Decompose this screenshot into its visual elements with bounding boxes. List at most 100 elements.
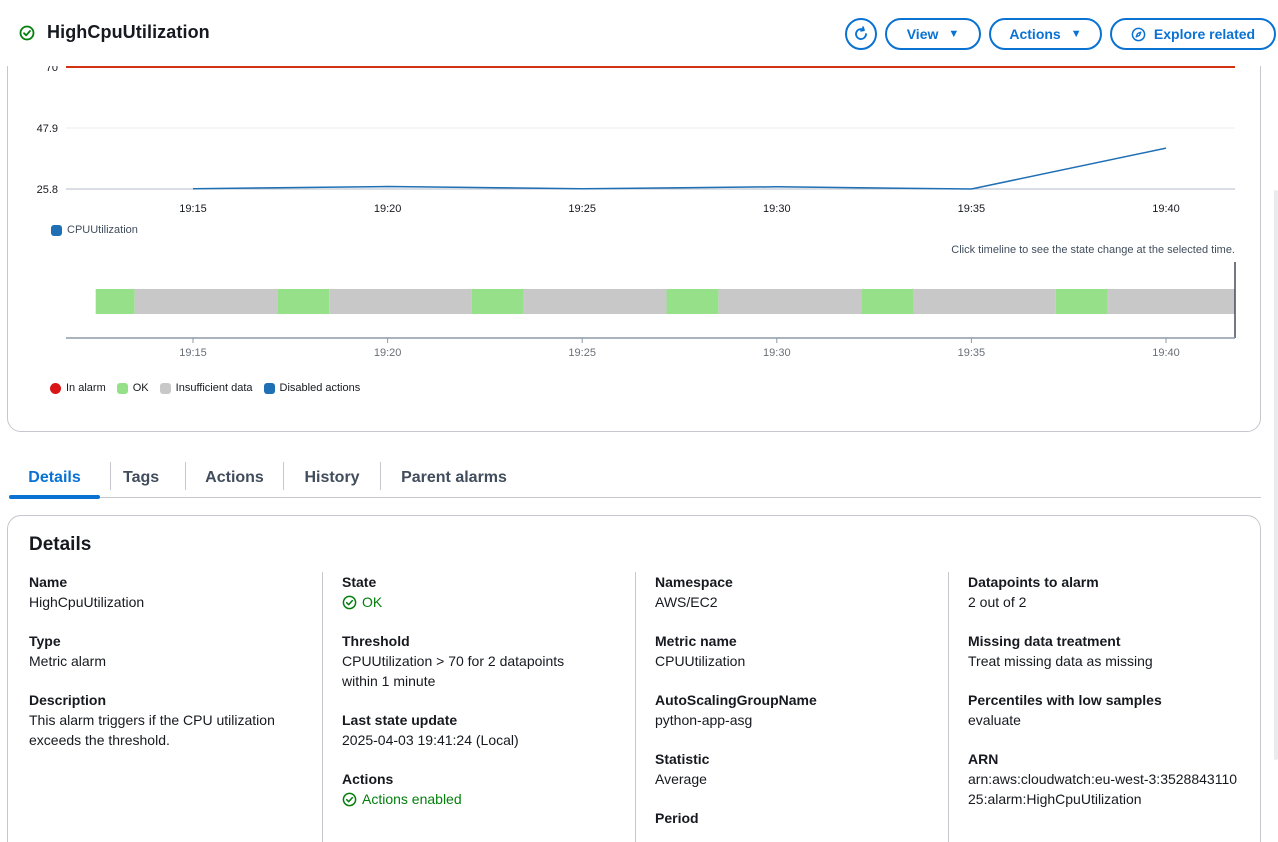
field-value: HighCpuUtilization [29, 594, 145, 610]
timeline-segment-insufficient [1107, 289, 1235, 314]
timeline-segment-ok [471, 289, 524, 314]
timeline-tick-label: 19:15 [179, 347, 207, 359]
timeline-segment-insufficient [913, 289, 1056, 314]
timeline-tick-label: 19:25 [568, 347, 596, 359]
legend-disabled: Disabled actions [263, 382, 361, 394]
legend-in-alarm-label: In alarm [66, 382, 106, 394]
field-value: Average [655, 771, 707, 787]
details-column-3: Namespace AWS/EC2 Metric name CPUUtiliza… [655, 572, 945, 842]
field-label: Name [29, 574, 68, 590]
column-divider [635, 572, 636, 842]
status-ok-icon [342, 595, 357, 609]
field-label: Statistic [655, 751, 710, 767]
field-label: Period [655, 810, 699, 826]
ok-dot [116, 382, 128, 394]
field-label: Last state update [342, 712, 458, 728]
field-missing-data: Missing data treatment Treat missing dat… [968, 631, 1258, 671]
explore-button-label: Explore related [1153, 26, 1256, 42]
legend-ok: OK [116, 382, 149, 394]
metric-chart: 7047.925.819:15 19:20 19:25 19:30 19:35 19:40… [37, 62, 1236, 359]
field-metric-name: Metric name CPUUtilization [655, 631, 945, 671]
field-description: Description This alarm triggers if the C… [29, 690, 319, 750]
column-divider [322, 572, 323, 842]
legend-ok-label: OK [132, 382, 149, 394]
actions-enabled-value: Actions enabled [342, 789, 632, 809]
page-title: HighCpuUtilization [47, 22, 210, 42]
detail-tabs: Details Tags Actions History Parent alar… [9, 458, 1261, 499]
state-ok-value: OK [342, 592, 632, 612]
field-value: Metric alarm [29, 653, 107, 669]
alarm-header: HighCpuUtilization View ▼ Actions ▼ Expl… [0, 0, 1278, 66]
legend-disabled-label: Disabled actions [279, 382, 361, 394]
field-value: 2025-04-03 19:41:24 (Local) [342, 732, 519, 748]
details-panel: Details Name HighCpuUtilization Type Met… [7, 515, 1261, 842]
details-column-1: Name HighCpuUtilization Type Metric alar… [29, 572, 319, 769]
x-tick-label: 19:15 [179, 203, 207, 215]
details-column-2: State OK Threshold CPUUtilization > 70 f… [342, 572, 632, 828]
field-label: ARN [968, 751, 999, 767]
details-title: Details [29, 534, 92, 555]
timeline-segment-ok [277, 289, 330, 314]
field-value: 2 out of 2 [968, 594, 1027, 610]
series-legend-label: CPUUtilization [67, 224, 138, 236]
field-asg: AutoScalingGroupName python-app-asg [655, 690, 945, 730]
field-label: Percentiles with low samples [968, 692, 1162, 708]
compass-icon [1131, 27, 1146, 41]
field-label: Threshold [342, 633, 410, 649]
field-state: State OK [342, 572, 632, 612]
field-label: AutoScalingGroupName [655, 692, 817, 708]
field-label: Namespace [655, 574, 733, 590]
tab-actions[interactable]: Actions [186, 458, 283, 498]
view-button[interactable]: View ▼ [885, 18, 981, 50]
tab-history[interactable]: History [284, 458, 380, 498]
in-alarm-dot [50, 382, 61, 394]
series-legend[interactable]: CPUUtilization [51, 224, 138, 236]
legend-insufficient: Insufficient data [159, 382, 253, 394]
field-value: This alarm triggers if the CPU utilizati… [29, 712, 275, 748]
column-divider [948, 572, 949, 842]
view-button-label: View [906, 26, 939, 42]
x-tick-label: 19:20 [374, 203, 402, 215]
series-line [192, 147, 1167, 190]
timeline-segment-ok [861, 289, 914, 314]
field-label: State [342, 574, 377, 590]
x-tick-label: 19:35 [958, 203, 986, 215]
state-legend: In alarm OK Insufficient data Disabled a… [50, 382, 371, 394]
y-tick-label: 25.8 [37, 184, 58, 196]
field-value: CPUUtilization [655, 653, 746, 669]
title-wrap: HighCpuUtilization [19, 22, 210, 43]
field-name: Name HighCpuUtilization [29, 572, 319, 612]
field-value: CPUUtilization > 70 for 2 datapoints wit… [342, 653, 565, 689]
field-label: Description [29, 692, 107, 708]
field-label: Type [29, 633, 61, 649]
tab-parent-alarms[interactable]: Parent alarms [381, 458, 527, 498]
status-ok-icon [19, 25, 35, 40]
page-scrollbar[interactable] [1274, 190, 1278, 760]
timeline-segment-insufficient [134, 289, 278, 314]
status-ok-icon [342, 792, 357, 806]
caret-down-icon: ▼ [1070, 28, 1082, 40]
legend-insufficient-label: Insufficient data [175, 382, 253, 394]
timeline-segment-insufficient [523, 289, 667, 314]
field-label: Datapoints to alarm [968, 574, 1099, 590]
refresh-icon [855, 26, 867, 40]
refresh-button[interactable] [845, 18, 877, 50]
timeline-hint: Click timeline to see the state change a… [951, 244, 1235, 256]
timeline-segment-ok [1055, 289, 1108, 314]
timeline-tick-label: 19:35 [958, 347, 986, 359]
field-label: Metric name [655, 633, 737, 649]
field-value: python-app-asg [655, 712, 753, 728]
field-percentiles: Percentiles with low samples evaluate [968, 690, 1258, 730]
tab-tags[interactable]: Tags [123, 458, 185, 498]
timeline-segment-ok [95, 289, 135, 314]
series-swatch [51, 224, 62, 236]
tab-details[interactable]: Details [9, 458, 100, 499]
field-statistic: Statistic Average [655, 749, 945, 789]
timeline-segment-insufficient [718, 289, 862, 314]
field-last-update: Last state update 2025-04-03 19:41:24 (L… [342, 710, 632, 750]
explore-related-button[interactable]: Explore related [1110, 18, 1276, 50]
actions-button[interactable]: Actions ▼ [989, 18, 1102, 50]
actions-button-label: Actions [1009, 26, 1061, 42]
field-namespace: Namespace AWS/EC2 [655, 572, 945, 612]
field-type: Type Metric alarm [29, 631, 319, 671]
